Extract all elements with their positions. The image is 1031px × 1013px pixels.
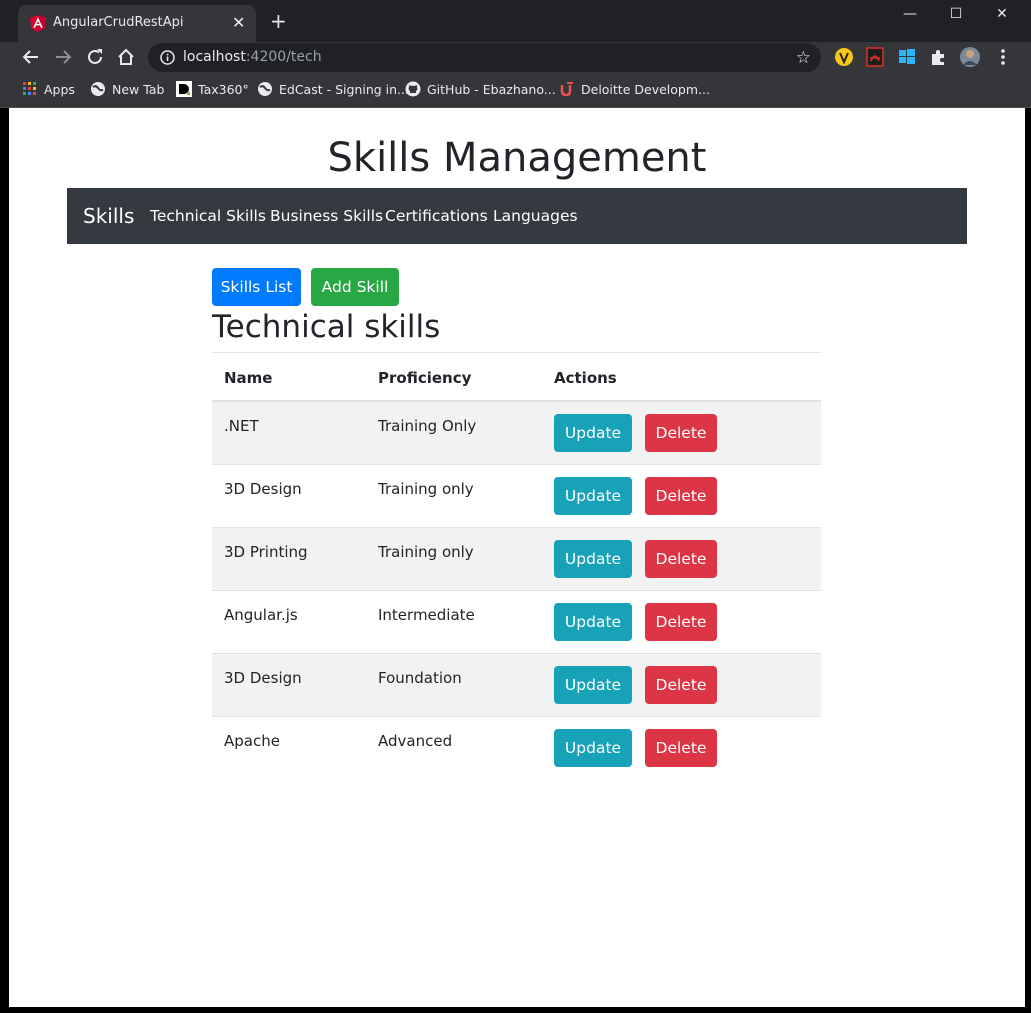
app-navbar: Skills Technical Skills Business Skills … — [67, 188, 967, 244]
update-button[interactable]: Update — [554, 414, 632, 452]
browser-toolbar: localhost:4200/tech ☆ — [0, 42, 1031, 72]
back-icon[interactable] — [20, 46, 42, 68]
add-skill-button[interactable]: Add Skill — [311, 268, 399, 306]
column-header-name: Name — [224, 369, 273, 387]
globe-icon — [258, 82, 272, 96]
column-header-proficiency: Proficiency — [378, 369, 472, 387]
globe-icon — [91, 82, 105, 96]
bookmark-deloitte[interactable]: Deloitte Developm... — [559, 81, 710, 99]
cell-proficiency: Training only — [378, 480, 474, 498]
table-row: 3D Design Foundation Update Delete — [212, 654, 821, 717]
cell-proficiency: Foundation — [378, 669, 462, 687]
column-header-actions: Actions — [554, 369, 617, 387]
table-row: Angular.js Intermediate Update Delete — [212, 591, 821, 654]
update-button[interactable]: Update — [554, 729, 632, 767]
cell-name: 3D Design — [224, 669, 302, 687]
extensions-puzzle-icon[interactable] — [927, 46, 949, 68]
update-button[interactable]: Update — [554, 603, 632, 641]
skills-list-button[interactable]: Skills List — [212, 268, 301, 306]
close-window-button[interactable]: ✕ — [979, 2, 1025, 30]
bookmark-label: EdCast - Signing in... — [279, 82, 409, 97]
bookmark-label: Tax360° — [198, 82, 249, 97]
bookmark-edcast[interactable]: EdCast - Signing in... — [257, 81, 409, 99]
github-icon — [405, 81, 421, 97]
delete-button[interactable]: Delete — [645, 540, 717, 578]
udemy-icon — [560, 82, 573, 97]
maximize-button[interactable]: ☐ — [933, 2, 979, 30]
bookmark-github[interactable]: GitHub - Ebazhano... — [405, 81, 556, 99]
bookmark-label: GitHub - Ebazhano... — [427, 82, 556, 97]
pdf-extension-icon[interactable] — [864, 46, 886, 68]
info-icon[interactable] — [160, 50, 175, 65]
bookmark-star-icon[interactable]: ☆ — [796, 48, 811, 68]
nav-certifications[interactable]: Certifications — [385, 207, 488, 225]
skills-table: Name Proficiency Actions .NET Training O… — [212, 352, 821, 780]
navbar-brand[interactable]: Skills — [83, 204, 134, 228]
nav-languages[interactable]: Languages — [493, 207, 578, 225]
address-bar[interactable]: localhost:4200/tech ☆ — [148, 43, 821, 72]
tab-title: AngularCrudRestApi — [53, 15, 184, 30]
more-menu-icon[interactable] — [992, 46, 1014, 68]
d-logo-icon — [176, 81, 192, 97]
cell-proficiency: Intermediate — [378, 606, 475, 624]
bookmark-new-tab[interactable]: New Tab — [90, 81, 164, 99]
apps-grid-icon — [23, 82, 36, 95]
cell-proficiency: Training Only — [378, 417, 477, 435]
bookmarks-bar: Apps New Tab Tax360° EdCast - Signing in… — [0, 72, 1031, 108]
url-host: localhost — [183, 49, 246, 65]
browser-titlebar: AngularCrudRestApi ✕ + — ☐ ✕ — [0, 0, 1031, 42]
table-row: 3D Design Training only Update Delete — [212, 465, 821, 528]
nav-business-skills[interactable]: Business Skills — [270, 207, 383, 225]
delete-button[interactable]: Delete — [645, 603, 717, 641]
update-button[interactable]: Update — [554, 540, 632, 578]
page-content: Skills Management Skills Technical Skill… — [9, 108, 1025, 1007]
bookmark-apps[interactable]: Apps — [22, 81, 75, 99]
angular-icon — [30, 15, 46, 32]
forward-icon[interactable] — [52, 46, 74, 68]
update-button[interactable]: Update — [554, 666, 632, 704]
cell-name: .NET — [224, 417, 259, 435]
bookmark-tax360[interactable]: Tax360° — [176, 81, 249, 99]
bookmark-label: New Tab — [112, 82, 165, 97]
nav-technical-skills[interactable]: Technical Skills — [150, 207, 266, 225]
windows-extension-icon[interactable] — [896, 46, 918, 68]
cell-proficiency: Advanced — [378, 732, 453, 750]
cell-proficiency: Training only — [378, 543, 474, 561]
profile-avatar-icon[interactable] — [959, 46, 981, 68]
delete-button[interactable]: Delete — [645, 414, 717, 452]
table-row: .NET Training Only Update Delete — [212, 402, 821, 465]
url-text: localhost:4200/tech — [183, 49, 322, 65]
delete-button[interactable]: Delete — [645, 729, 717, 767]
tab-close-button[interactable]: ✕ — [232, 13, 245, 32]
cell-name: Apache — [224, 732, 280, 750]
table-row: Apache Advanced Update Delete — [212, 717, 821, 780]
norton-extension-icon[interactable] — [833, 46, 855, 68]
home-icon[interactable] — [115, 46, 137, 68]
delete-button[interactable]: Delete — [645, 477, 717, 515]
reload-icon[interactable] — [84, 46, 106, 68]
update-button[interactable]: Update — [554, 477, 632, 515]
delete-button[interactable]: Delete — [645, 666, 717, 704]
cell-name: 3D Printing — [224, 543, 308, 561]
bookmark-label: Apps — [44, 82, 75, 97]
cell-name: Angular.js — [224, 606, 298, 624]
bookmark-label: Deloitte Developm... — [581, 82, 710, 97]
url-path: :4200/tech — [245, 49, 322, 65]
table-header: Name Proficiency Actions — [212, 352, 821, 402]
browser-tab[interactable]: AngularCrudRestApi ✕ — [18, 5, 256, 42]
section-title: Technical skills — [212, 309, 441, 345]
table-row: 3D Printing Training only Update Delete — [212, 528, 821, 591]
new-tab-button[interactable]: + — [270, 9, 287, 33]
minimize-button[interactable]: — — [887, 2, 933, 30]
cell-name: 3D Design — [224, 480, 302, 498]
page-title: Skills Management — [327, 135, 707, 181]
